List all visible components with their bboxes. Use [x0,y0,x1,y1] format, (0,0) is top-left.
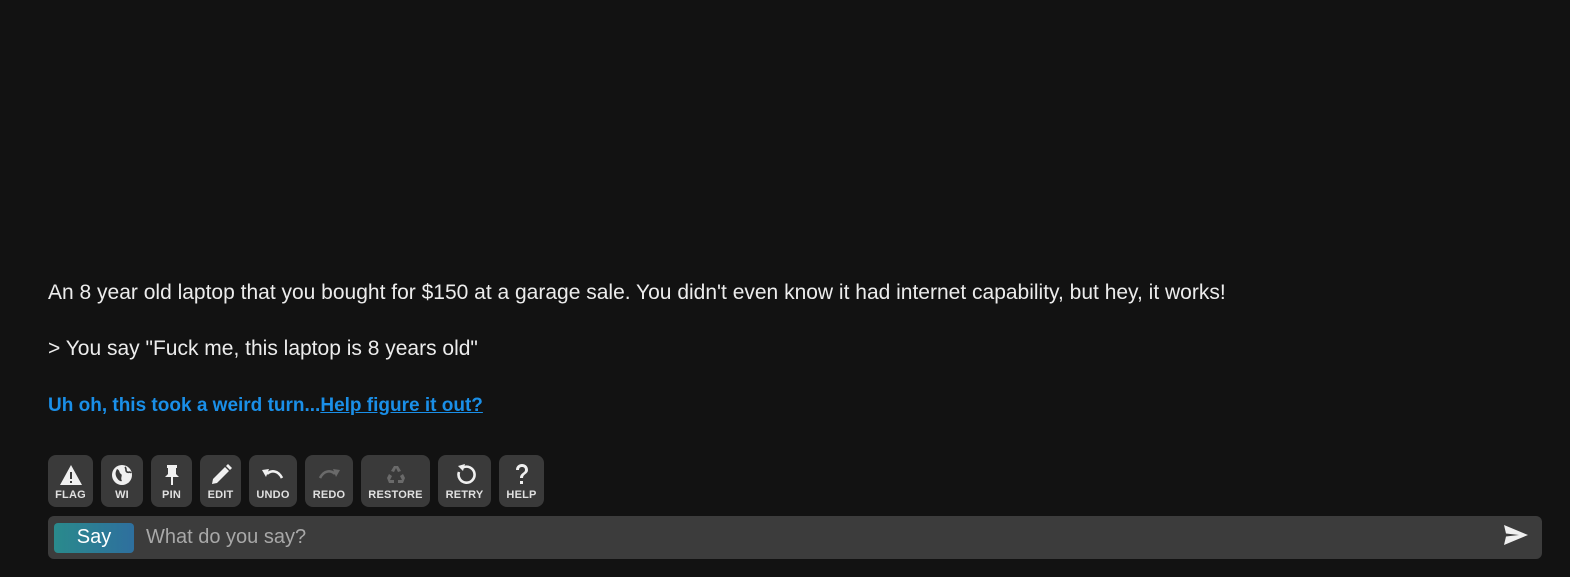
pin-button[interactable]: PIN [151,455,192,507]
edit-label: EDIT [207,489,234,501]
flag-button[interactable]: FLAG [48,455,93,507]
pin-label: PIN [162,489,181,501]
wi-button[interactable]: WI [101,455,143,507]
help-label: HELP [506,489,537,501]
send-icon [1503,524,1529,551]
pencil-icon [208,462,234,488]
say-mode-button[interactable]: Say [54,522,134,553]
help-button[interactable]: HELP [499,455,544,507]
story-output: An 8 year old laptop that you bought for… [48,280,1528,418]
action-input[interactable] [146,522,1496,553]
undo-icon [260,462,286,488]
restore-button[interactable]: RESTORE [361,455,430,507]
action-toolbar: FLAG WI PIN EDIT UNDO REDO RESTORE RETRY… [48,455,544,507]
restore-label: RESTORE [368,489,423,501]
undo-label: UNDO [256,489,290,501]
redo-button[interactable]: REDO [305,455,353,507]
retry-label: RETRY [445,489,484,501]
input-bar: Say [48,516,1542,559]
globe-icon [109,462,135,488]
wi-label: WI [115,489,129,501]
undo-button[interactable]: UNDO [249,455,297,507]
retry-button[interactable]: RETRY [438,455,491,507]
help-figure-it-out-link[interactable]: Help figure it out? [320,395,483,416]
weird-turn-notice: Uh oh, this took a weird turn...Help fig… [48,394,1528,418]
redo-label: REDO [312,489,346,501]
player-action: > You say "Fuck me, this laptop is 8 yea… [48,337,478,360]
flag-label: FLAG [55,489,86,501]
redo-icon [316,462,342,488]
pin-icon [159,462,185,488]
weird-turn-text: Uh oh, this took a weird turn... [48,395,321,416]
story-text: An 8 year old laptop that you bought for… [48,281,1226,304]
question-icon [509,462,535,488]
recycle-icon [383,462,409,488]
retry-icon [452,462,478,488]
edit-button[interactable]: EDIT [200,455,241,507]
send-button[interactable] [1496,518,1536,558]
warning-icon [58,462,84,488]
